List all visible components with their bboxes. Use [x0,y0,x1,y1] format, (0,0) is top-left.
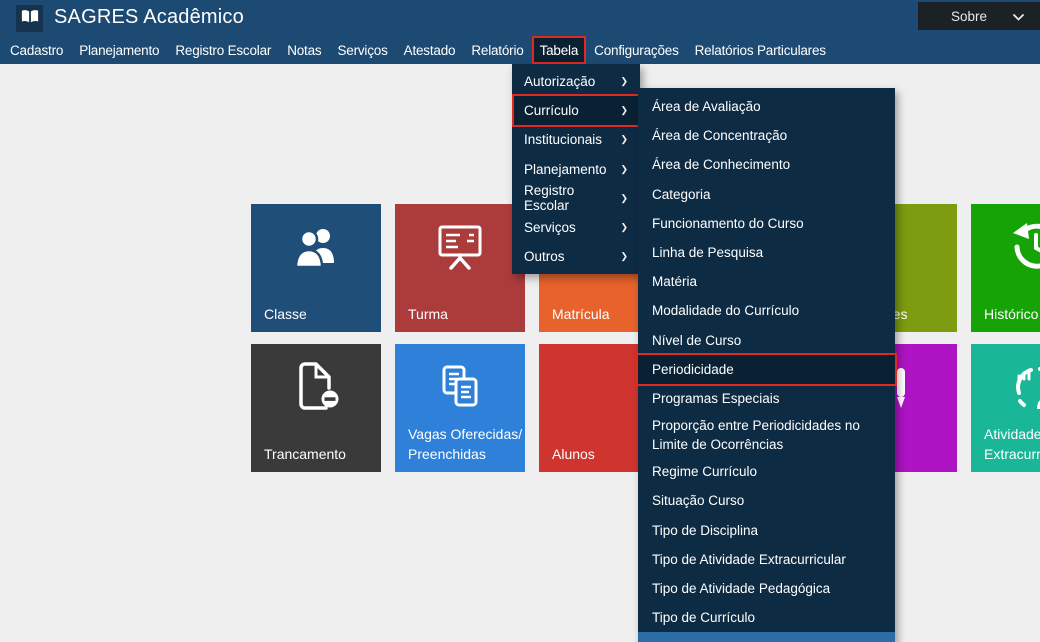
menu-item-servicos[interactable]: Serviços ❯ [512,213,640,242]
submenu-item-tipo-de-curriculo[interactable]: Tipo de Currículo [638,603,895,632]
submenu-item-funcionamento-do-curso[interactable]: Funcionamento do Curso [638,209,895,238]
doc-remove-icon [251,358,381,416]
submenu-item-linha-de-pesquisa[interactable]: Linha de Pesquisa [638,238,895,267]
menubar-item-configuracoes[interactable]: Configurações [586,36,686,64]
presentation-icon [395,218,525,276]
tile-label: Alunos [552,444,595,464]
submenu-item-situacao-curso[interactable]: Situação Curso [638,486,895,515]
tile-vagas-oferecidas[interactable]: Vagas Oferecidas/Preenchidas [395,344,525,472]
chevron-right-icon: ❯ [620,164,628,175]
book-logo-icon [21,9,39,29]
chevron-right-icon: ❯ [620,193,628,204]
submenu-item-area-de-avaliacao[interactable]: Área de Avaliação [638,92,895,121]
about-label: Sobre [951,9,987,24]
menubar-item-atestado[interactable]: Atestado [396,36,464,64]
tile-label: Turma [408,304,448,324]
chevron-right-icon: ❯ [620,222,628,233]
submenu-item-modalidade-do-curriculo[interactable]: Modalidade do Currículo [638,296,895,325]
submenu-item-proporcao-entre-periodicidades-no-limite-de-ocorrencias[interactable]: Proporção entre Periodicidades no Limite… [638,413,895,457]
menu-item-planejamento[interactable]: Planejamento ❯ [512,155,640,184]
tile-label: Histórico [984,304,1038,324]
menubar-item-registro-escolar[interactable]: Registro Escolar [167,36,279,64]
submenu-item-programas-especiais[interactable]: Programas Especiais [638,384,895,413]
menubar-item-relatorio[interactable]: Relatório [463,36,531,64]
menu-item-institucionais[interactable]: Institucionais ❯ [512,125,640,154]
tile-label: Matrícula [552,304,610,324]
menu-item-label: Planejamento [524,162,607,177]
app-title: SAGRES Acadêmico [54,6,244,29]
submenu-item-tipo-de-disciplina[interactable]: Tipo de Disciplina [638,515,895,544]
submenu-item-periodicidade[interactable]: Periodicidade [638,355,895,384]
submenu-item-categoria[interactable]: Categoria [638,180,895,209]
tile-label: Vagas Oferecidas/Preenchidas [408,424,522,464]
menu-item-label: Autorização [524,74,595,89]
history-icon [971,218,1040,276]
app-window: ClasseTurmaMatrículaAvaliaçõesHistóricoT… [0,0,1040,642]
tile-trancamento[interactable]: Trancamento [251,344,381,472]
menubar-item-relatorios-particulares[interactable]: Relatórios Particulares [687,36,834,64]
submenu-item-tipo-de-atividade-extracurricular[interactable]: Tipo de Atividade Extracurricular [638,545,895,574]
menu-item-curriculo[interactable]: Currículo ❯ [514,96,638,125]
submenu-item-materia[interactable]: Matéria [638,267,895,296]
chevron-right-icon: ❯ [620,105,628,116]
submenu-item-nivel-de-curso[interactable]: Nível de Curso [638,326,895,355]
menubar-item-planejamento[interactable]: Planejamento [71,36,167,64]
app-logo [16,5,43,32]
curriculo-submenu: Área de AvaliaçãoÁrea de ConcentraçãoÁre… [638,88,895,642]
tile-label: Classe [264,304,307,324]
menubar: CadastroPlanejamentoRegistro EscolarNota… [0,36,1040,64]
menubar-item-tabela[interactable]: Tabela [532,36,587,64]
tile-classe[interactable]: Classe [251,204,381,332]
tile-turma[interactable]: Turma [395,204,525,332]
chevron-right-icon: ❯ [620,76,628,87]
tile-atividade-extracurricular[interactable]: AtividadeExtracurricular [971,344,1040,472]
menu-item-registro-escolar[interactable]: Registro Escolar❯ [512,184,640,213]
submenu-item-regime-curriculo[interactable]: Regime Currículo [638,457,895,486]
tile-label: Trancamento [264,444,346,464]
documents-icon [395,358,525,416]
menu-item-label: Institucionais [524,132,602,147]
menu-item-label: Currículo [524,103,579,118]
submenu-item-tipo-de-atividade-pedagogica[interactable]: Tipo de Atividade Pedagógica [638,574,895,603]
chevron-down-icon [1013,9,1024,24]
menubar-item-cadastro[interactable]: Cadastro [2,36,71,64]
top-bar: SAGRES Acadêmico Sobre [0,0,1040,36]
submenu-item-area-de-conhecimento[interactable]: Área de Conhecimento [638,150,895,179]
menu-item-label: Serviços [524,220,576,235]
chevron-right-icon: ❯ [620,134,628,145]
menu-item-label: Registro Escolar [524,183,620,213]
tile-historico[interactable]: Histórico [971,204,1040,332]
menubar-item-notas[interactable]: Notas [279,36,329,64]
menubar-item-servicos[interactable]: Serviços [329,36,395,64]
tile-label: AtividadeExtracurricular [984,424,1040,464]
people-icon [251,218,381,276]
menu-item-autorizacao[interactable]: Autorização ❯ [512,67,640,96]
activity-sync-icon [971,358,1040,416]
menu-item-label: Outros [524,249,565,264]
about-dropdown[interactable]: Sobre [918,2,1040,30]
submenu-item-area-de-concentracao[interactable]: Área de Concentração [638,121,895,150]
menu-item-outros[interactable]: Outros ❯ [512,242,640,271]
chevron-right-icon: ❯ [620,251,628,262]
submenu-partial-item[interactable] [638,632,895,642]
tabela-dropdown-menu: Autorização❯Currículo❯Institucionais❯Pla… [512,64,640,274]
